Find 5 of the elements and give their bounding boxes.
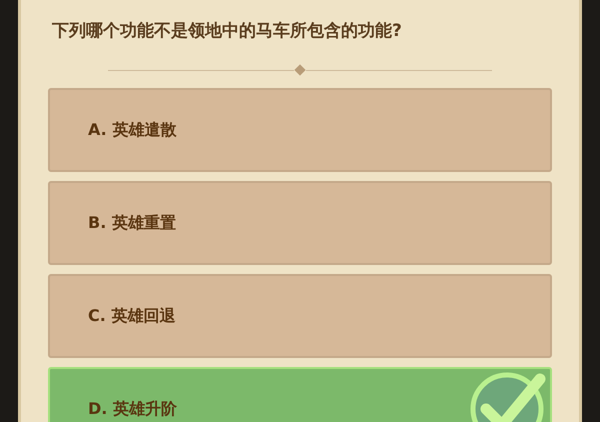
question-text: 下列哪个功能不是领地中的马车所包含的功能? xyxy=(51,20,403,42)
answer-option[interactable]: C. 英雄回退 xyxy=(48,274,552,358)
ornament-icon xyxy=(294,64,306,76)
answer-option[interactable]: A. 英雄遣散 xyxy=(48,88,552,172)
answer-option[interactable]: B. 英雄重置 xyxy=(48,181,552,265)
